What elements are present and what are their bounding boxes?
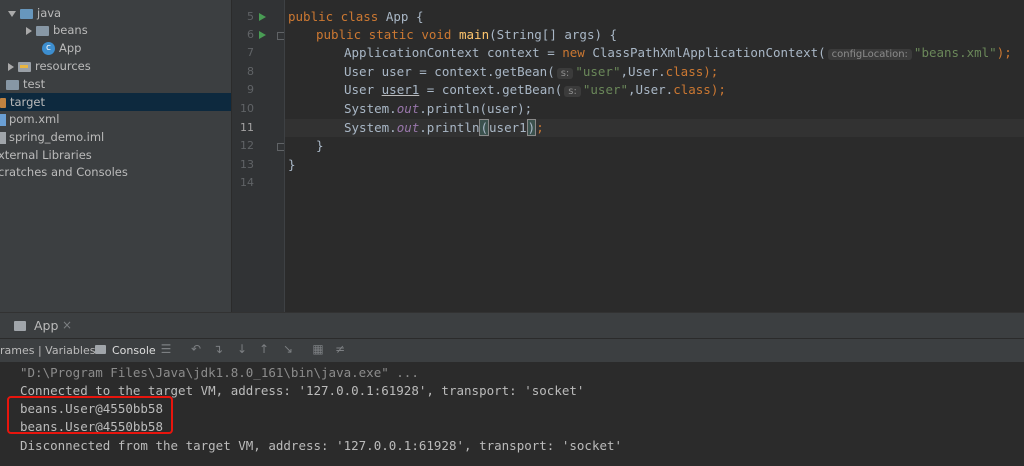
restore-icon[interactable]: ↶ [190,343,202,355]
line-number: 6 [247,28,254,41]
line-number: 8 [247,65,254,78]
tab-frames-variables[interactable]: rames | Variables [0,344,95,357]
run-icon[interactable] [259,13,266,21]
line-number: 5 [247,10,254,23]
resources-folder-icon [18,61,31,72]
class-icon: c [42,42,55,55]
folder-icon [20,8,33,19]
run-icon[interactable] [259,31,266,39]
evaluate-icon[interactable]: ▦ [312,343,324,355]
chevron-right-icon[interactable] [26,26,32,35]
code-line-8: User user = context.getBean(s: "user",Use… [344,64,719,79]
step-into-icon[interactable]: ↓ [236,343,248,355]
line-number: 10 [240,102,254,115]
project-tree: java beans c App resources test target po… [0,0,231,312]
line-number: 13 [240,158,254,171]
brace-match: ( [479,119,490,136]
parameter-hint: s: [556,68,574,79]
code-line-7: ApplicationContext context = new ClassPa… [344,45,1012,60]
code-line-9: User user1 = context.getBean(s: "user",Us… [344,82,726,97]
line-number: 14 [240,176,254,189]
line-number: 9 [247,83,254,96]
run-to-cursor-icon[interactable]: ↘ [282,343,294,355]
step-out-icon[interactable]: ↑ [258,343,270,355]
package-icon [36,25,49,36]
step-over-icon[interactable]: ↴ [212,343,224,355]
console-icon [14,321,26,331]
module-file-icon [0,131,6,144]
folder-icon [6,79,19,90]
line-number: 7 [247,46,254,59]
tree-item-external-libraries[interactable]: xternal Libraries [0,146,92,164]
close-icon[interactable]: × [62,318,72,332]
menu-icon[interactable]: ☰ [160,343,172,355]
brace-match: ) [526,119,537,136]
tree-item-test[interactable]: test [0,75,45,93]
tree-item-pom[interactable]: pom.xml [0,110,59,128]
highlight-annotation-box [7,396,173,434]
code-line-12: } [316,138,324,153]
parameter-hint: s: [564,86,581,97]
run-panel-header: App × [0,312,1024,339]
chevron-right-icon[interactable] [8,62,14,71]
tree-item-beans[interactable]: beans [26,21,88,39]
tree-item-java[interactable]: java [8,4,61,22]
maven-file-icon [0,113,6,126]
editor-gutter: 5 6 7 8 9 10 11 12 13 14 [232,0,285,312]
trace-icon[interactable]: ≠ [334,343,346,355]
code-line-5: public class App { [288,9,424,24]
console-icon [95,345,106,354]
code-editor[interactable]: public class App { public static void ma… [285,0,1024,312]
console-line: "D:\Program Files\Java\jdk1.8.0_161\bin\… [20,365,419,380]
folder-icon [0,97,6,108]
line-number: 11 [240,121,254,134]
tab-console[interactable]: Console [112,344,156,357]
tree-item-target[interactable]: target [0,93,231,111]
code-line-6: public static void main(String[] args) { [316,27,618,42]
code-line-13: } [288,157,296,172]
line-number: 12 [240,139,254,152]
tree-item-resources[interactable]: resources [8,57,91,75]
run-tab-title[interactable]: App [34,318,58,333]
console-line: Disconnected from the target VM, address… [20,438,623,453]
code-line-10: System.out.println(user); [344,101,533,116]
chevron-down-icon[interactable] [8,10,16,17]
code-line-11: System.out.println(user1); [344,119,544,136]
tree-item-scratches[interactable]: cratches and Consoles [0,163,128,181]
tree-item-app[interactable]: c App [40,39,81,57]
parameter-hint: configLocation: [827,49,912,60]
tree-item-iml[interactable]: spring_demo.iml [0,128,104,146]
debug-tabs: rames | Variables Console [0,338,1024,364]
